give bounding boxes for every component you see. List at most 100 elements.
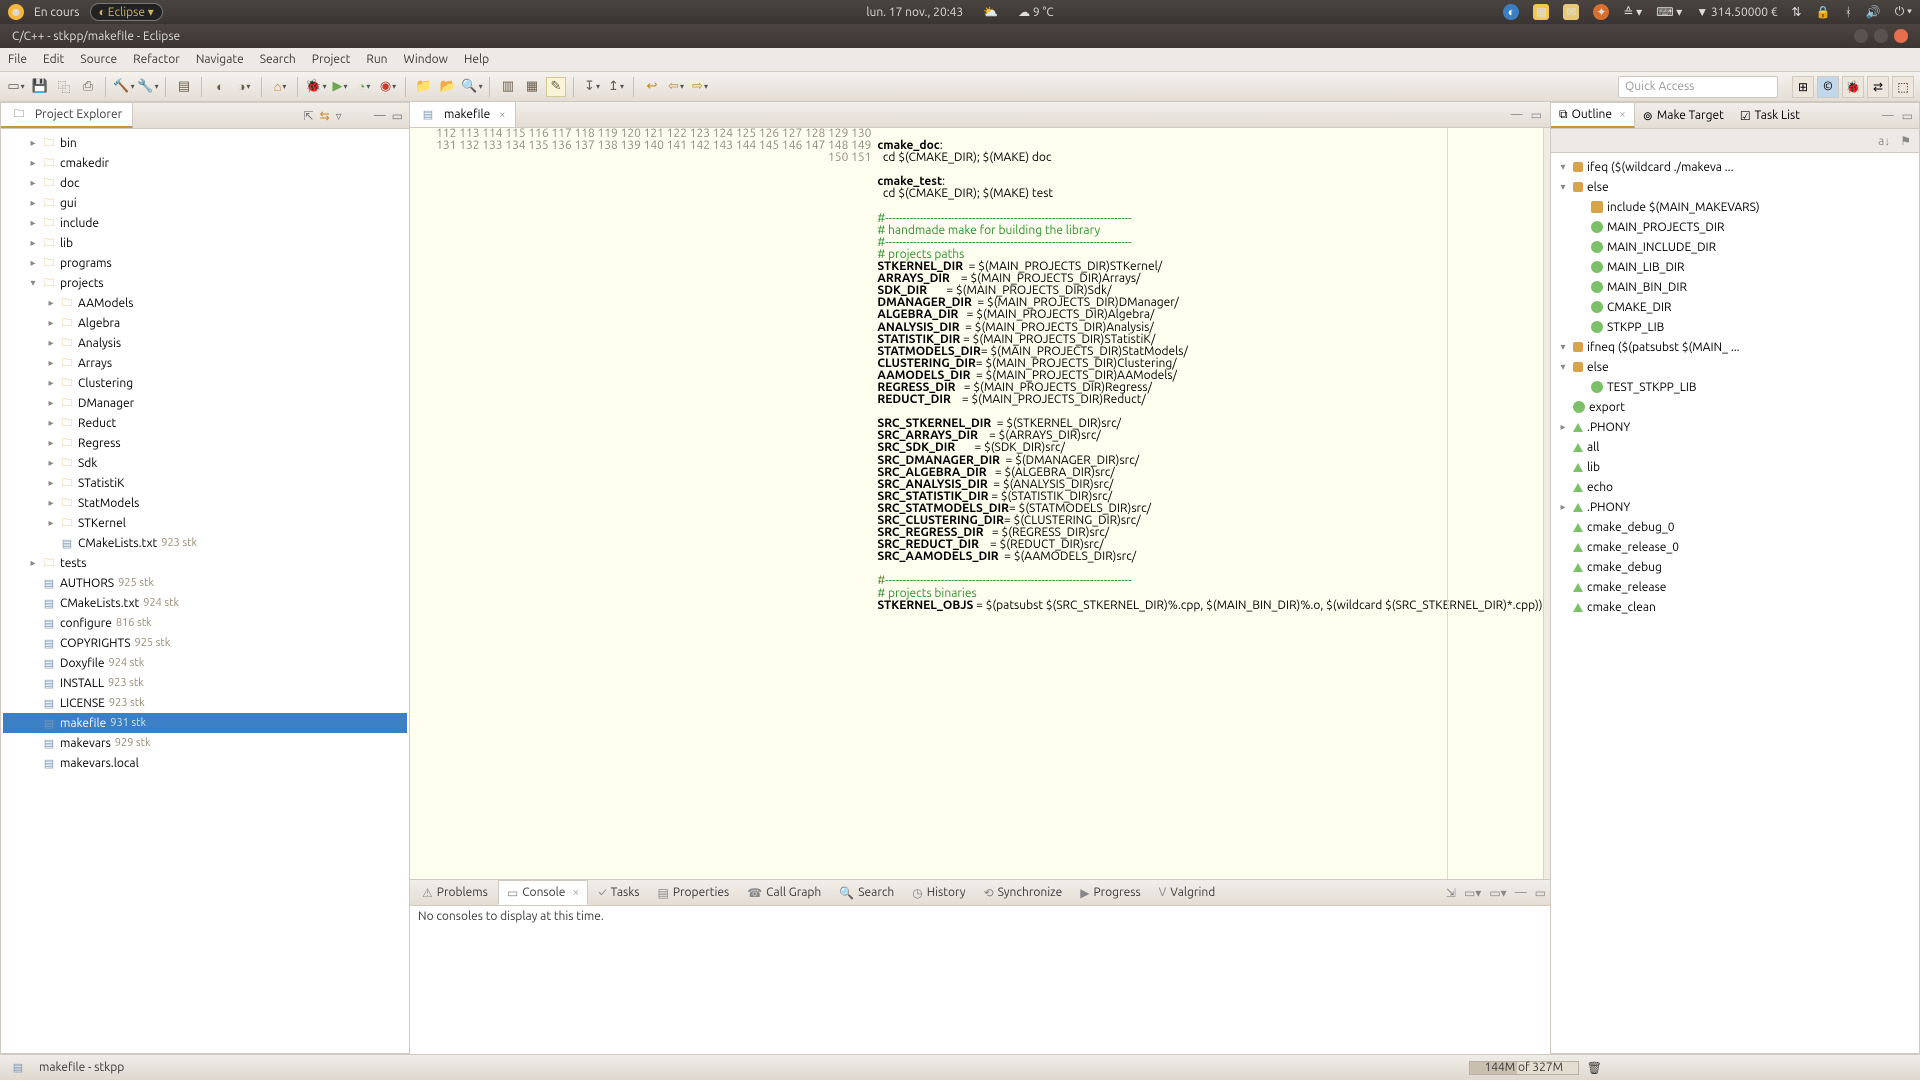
external-button[interactable]: ◉ bbox=[378, 77, 398, 97]
tray-icon-2[interactable]: ▦ bbox=[1533, 4, 1549, 20]
tree-item-analysis[interactable]: ▸🗀Analysis bbox=[3, 333, 407, 353]
outline-item[interactable]: echo bbox=[1553, 477, 1917, 497]
pin-button[interactable]: ✎ bbox=[546, 77, 566, 97]
tree-caret[interactable]: ▸ bbox=[43, 517, 59, 529]
tree-item-algebra[interactable]: ▸🗀Algebra bbox=[3, 313, 407, 333]
system-clock[interactable]: lun. 17 nov., 20:43 ⛅ ☁ 9 °C bbox=[866, 5, 1053, 19]
tree-caret[interactable]: ▸ bbox=[25, 157, 41, 169]
collapse-all-button[interactable]: ⇱ bbox=[304, 109, 314, 123]
outline-item[interactable]: all bbox=[1553, 437, 1917, 457]
outline-item[interactable]: MAIN_BIN_DIR bbox=[1553, 277, 1917, 297]
bottom-tab-problems[interactable]: ⚠Problems bbox=[414, 880, 496, 905]
tree-item-reduct[interactable]: ▸🗀Reduct bbox=[3, 413, 407, 433]
outline-item[interactable]: cmake_debug_0 bbox=[1553, 517, 1917, 537]
outline-item[interactable]: ▾else bbox=[1553, 177, 1917, 197]
maximize-view-button[interactable]: ▭ bbox=[392, 109, 403, 123]
tree-item-clustering[interactable]: ▸🗀Clustering bbox=[3, 373, 407, 393]
minimize-view-button[interactable]: — bbox=[374, 109, 386, 123]
tree-item-stkernel[interactable]: ▸🗀STKernel bbox=[3, 513, 407, 533]
profile-button[interactable]: ◔ bbox=[354, 77, 374, 97]
tree-caret[interactable]: ▸ bbox=[25, 237, 41, 249]
save-button[interactable]: 💾 bbox=[30, 77, 50, 97]
tree-item-aamodels[interactable]: ▸🗀AAModels bbox=[3, 293, 407, 313]
project-explorer-tab[interactable]: 🗀 Project Explorer bbox=[1, 103, 133, 128]
tree-caret[interactable]: ▸ bbox=[43, 437, 59, 449]
stop-button[interactable]: ◐ bbox=[210, 77, 230, 97]
outline-caret[interactable]: ▾ bbox=[1557, 161, 1569, 173]
maximize-button[interactable] bbox=[1874, 29, 1888, 43]
tray-icon-3[interactable]: ✉ bbox=[1563, 4, 1579, 20]
bottom-tab-tasks[interactable]: ✓Tasks bbox=[590, 880, 647, 905]
tree-item-install[interactable]: ▤INSTALL923 stk bbox=[3, 673, 407, 693]
new-class-button[interactable]: ▤ bbox=[174, 77, 194, 97]
menu-run[interactable]: Run bbox=[366, 53, 387, 66]
tree-item-lib[interactable]: ▸🗀lib bbox=[3, 233, 407, 253]
min-bottom-button[interactable]: — bbox=[1515, 886, 1527, 900]
open-perspective-button[interactable]: ⊞ bbox=[1792, 76, 1814, 98]
print-button[interactable]: ⎙ bbox=[78, 77, 98, 97]
tree-item-regress[interactable]: ▸🗀Regress bbox=[3, 433, 407, 453]
outline-item[interactable]: lib bbox=[1553, 457, 1917, 477]
outline-item[interactable]: ▾else bbox=[1553, 357, 1917, 377]
outline-item[interactable]: MAIN_INCLUDE_DIR bbox=[1553, 237, 1917, 257]
bottom-tab-console[interactable]: ▭Console× bbox=[498, 880, 588, 905]
menu-window[interactable]: Window bbox=[404, 53, 448, 66]
sort-outline-button[interactable]: a↓ bbox=[1878, 134, 1890, 148]
link-editor-button[interactable]: ⇆ bbox=[320, 109, 330, 123]
run-button[interactable]: ▶ bbox=[330, 77, 350, 97]
tray-icon-1[interactable]: ◐ bbox=[1503, 4, 1519, 20]
outline-tab-outline[interactable]: ⧉Outline× bbox=[1551, 103, 1635, 128]
outline-caret[interactable]: ▾ bbox=[1557, 181, 1569, 193]
tree-item-authors[interactable]: ▤AUTHORS925 stk bbox=[3, 573, 407, 593]
search-button[interactable]: 🔍 bbox=[462, 77, 482, 97]
quick-access-input[interactable]: Quick Access bbox=[1618, 76, 1778, 98]
minimize-editor-button[interactable]: — bbox=[1511, 108, 1523, 122]
tree-caret[interactable]: ▸ bbox=[43, 357, 59, 369]
activity-label[interactable]: En cours bbox=[34, 6, 80, 19]
bottom-tab-history[interactable]: ◷History bbox=[904, 880, 973, 905]
outline-caret[interactable]: ▾ bbox=[1557, 361, 1569, 373]
prev-annotation-button[interactable]: ↥ bbox=[606, 77, 626, 97]
tree-caret[interactable]: ▸ bbox=[43, 317, 59, 329]
gc-button[interactable]: 🗑 bbox=[1587, 1061, 1602, 1075]
bottom-tab-synchronize[interactable]: ⟲Synchronize bbox=[976, 880, 1071, 905]
tree-item-configure[interactable]: ▤configure816 stk bbox=[3, 613, 407, 633]
debug-button[interactable]: 🐞 bbox=[306, 77, 326, 97]
tree-item-gui[interactable]: ▸🗀gui bbox=[3, 193, 407, 213]
net-usage[interactable]: ▼ 314.50000 € bbox=[1696, 5, 1777, 19]
minimize-button[interactable] bbox=[1854, 29, 1868, 43]
outline-item[interactable]: cmake_clean bbox=[1553, 597, 1917, 617]
toggle-a-button[interactable]: ▥ bbox=[498, 77, 518, 97]
volume-icon[interactable]: 🔊 bbox=[1866, 5, 1881, 19]
tree-item-include[interactable]: ▸🗀include bbox=[3, 213, 407, 233]
heap-status[interactable]: 144M of 327M bbox=[1469, 1061, 1579, 1075]
menu-help[interactable]: Help bbox=[464, 53, 489, 66]
outline-caret[interactable]: ▸ bbox=[1557, 501, 1569, 513]
tree-item-programs[interactable]: ▸🗀programs bbox=[3, 253, 407, 273]
outline-item[interactable]: MAIN_PROJECTS_DIR bbox=[1553, 217, 1917, 237]
outline-item[interactable]: cmake_debug bbox=[1553, 557, 1917, 577]
build-config-button[interactable]: 🔧 bbox=[138, 77, 158, 97]
bottom-tab-valgrind[interactable]: VValgrind bbox=[1151, 880, 1224, 905]
toggle-b-button[interactable]: ▦ bbox=[522, 77, 542, 97]
menu-file[interactable]: File bbox=[8, 53, 27, 66]
outline-item[interactable]: ▾ifneq ($(patsubst $(MAIN_ ... bbox=[1553, 337, 1917, 357]
open-task-button[interactable]: 📂 bbox=[438, 77, 458, 97]
tree-item-cmakedir[interactable]: ▸🗀cmakedir bbox=[3, 153, 407, 173]
menu-source[interactable]: Source bbox=[80, 53, 117, 66]
tray-icon-4[interactable]: ✦ bbox=[1593, 4, 1609, 20]
outline-caret[interactable]: ▸ bbox=[1557, 421, 1569, 433]
filter-outline-button[interactable]: ⚑ bbox=[1900, 134, 1911, 148]
min-outline-button[interactable]: — bbox=[1882, 109, 1894, 123]
tree-caret[interactable]: ▸ bbox=[43, 377, 59, 389]
tree-caret[interactable]: ▸ bbox=[43, 497, 59, 509]
menu-project[interactable]: Project bbox=[312, 53, 351, 66]
bottom-tab-search[interactable]: 🔍Search bbox=[831, 880, 902, 905]
tree-caret[interactable]: ▸ bbox=[25, 217, 41, 229]
bottom-tab-progress[interactable]: ▶Progress bbox=[1072, 880, 1148, 905]
outline-item[interactable]: cmake_release bbox=[1553, 577, 1917, 597]
outline-item[interactable]: include $(MAIN_MAKEVARS) bbox=[1553, 197, 1917, 217]
tree-item-statistik[interactable]: ▸🗀STatistiK bbox=[3, 473, 407, 493]
team-perspective-button[interactable]: ⇄ bbox=[1867, 76, 1889, 98]
tree-item-projects[interactable]: ▾🗀projects bbox=[3, 273, 407, 293]
